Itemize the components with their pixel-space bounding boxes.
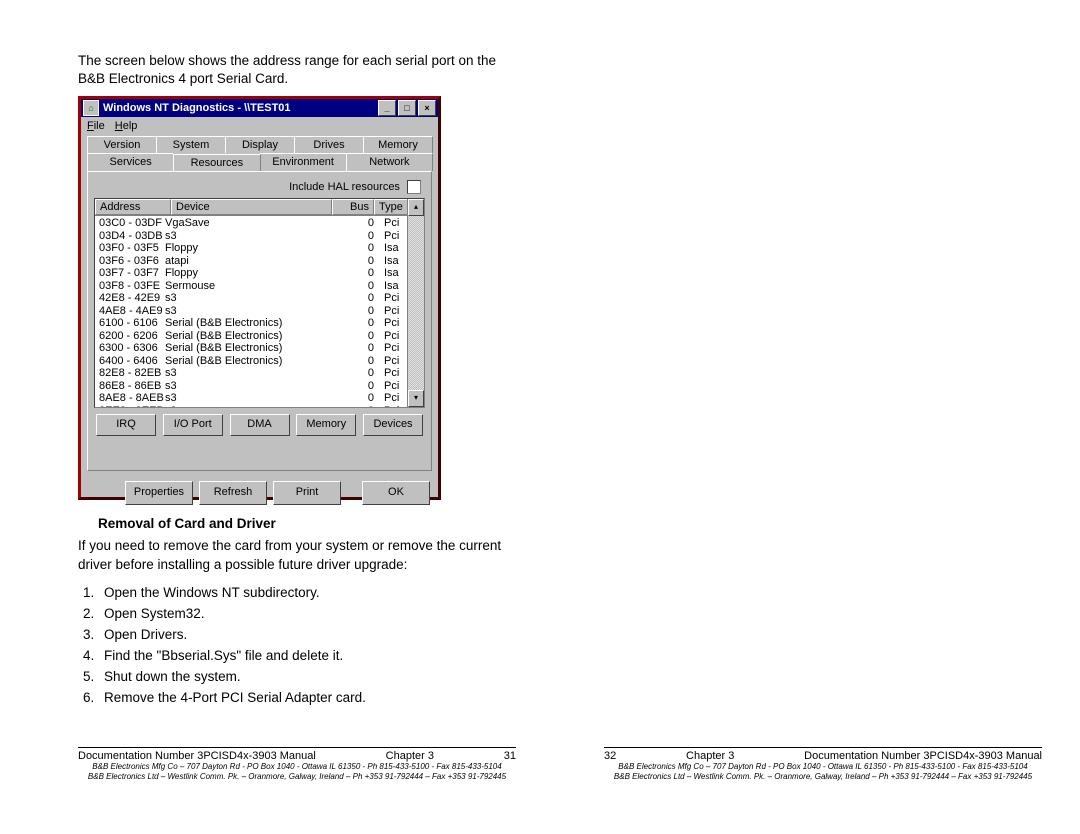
properties-button[interactable]: Properties: [125, 481, 193, 505]
table-row[interactable]: 03F7 - 03F7Floppy0Isa: [95, 267, 424, 280]
memory-button[interactable]: Memory: [296, 414, 356, 436]
tab-services[interactable]: Services: [87, 153, 174, 171]
col-address[interactable]: Address: [95, 199, 171, 215]
list-item: Remove the 4-Port PCI Serial Adapter car…: [98, 687, 516, 708]
dma-button[interactable]: DMA: [230, 414, 290, 436]
scroll-down-icon[interactable]: ▾: [408, 390, 424, 407]
table-row[interactable]: 8AE8 - 8AEBs30Pci: [95, 392, 424, 405]
app-icon: ⌂: [83, 100, 99, 116]
irq-button[interactable]: IRQ: [96, 414, 156, 436]
table-row[interactable]: 82E8 - 82EBs30Pci: [95, 367, 424, 380]
col-bus[interactable]: Bus: [332, 199, 374, 215]
list-item: Find the "Bbserial.Sys" file and delete …: [98, 645, 516, 666]
resource-list[interactable]: Address Device Bus Type 03C0 - 03DFVgaSa…: [94, 198, 425, 408]
footer-right: 32 Chapter 3 Documentation Number 3PCISD…: [604, 747, 1042, 782]
menu-bar: File Help: [81, 117, 438, 134]
table-row[interactable]: 03F0 - 03F5Floppy0Isa: [95, 242, 424, 255]
tab-system[interactable]: System: [156, 136, 226, 153]
hal-checkbox[interactable]: [407, 180, 421, 194]
resources-panel: Include HAL resources Address Device Bus…: [87, 171, 432, 471]
list-item: Open the Windows NT subdirectory.: [98, 582, 516, 603]
list-item: Shut down the system.: [98, 666, 516, 687]
tab-version[interactable]: Version: [87, 136, 157, 153]
table-row[interactable]: 03F8 - 03FESermouse0Isa: [95, 280, 424, 293]
maximize-button[interactable]: □: [398, 100, 416, 116]
i-o-port-button[interactable]: I/O Port: [163, 414, 223, 436]
refresh-button[interactable]: Refresh: [199, 481, 267, 505]
window-title: Windows NT Diagnostics - \\TEST01: [103, 102, 291, 114]
tab-display[interactable]: Display: [225, 136, 295, 153]
table-row[interactable]: 8EE8 - 8EEBs30Pci: [95, 405, 424, 409]
table-row[interactable]: 03D4 - 03DBs30Pci: [95, 230, 424, 243]
scrollbar[interactable]: ▴ ▾: [407, 199, 424, 407]
table-row[interactable]: 03C0 - 03DFVgaSave0Pci: [95, 217, 424, 230]
title-bar: ⌂ Windows NT Diagnostics - \\TEST01 _ □ …: [81, 99, 438, 117]
nt-diagnostics-window: ⌂ Windows NT Diagnostics - \\TEST01 _ □ …: [78, 96, 441, 500]
table-row[interactable]: 03F6 - 03F6atapi0Isa: [95, 255, 424, 268]
section-heading: Removal of Card and Driver: [98, 516, 516, 531]
col-device[interactable]: Device: [171, 199, 332, 215]
footer-left: Documentation Number 3PCISD4x-3903 Manua…: [78, 747, 516, 782]
table-row[interactable]: 6200 - 6206Serial (B&B Electronics)0Pci: [95, 330, 424, 343]
list-item: Open System32.: [98, 603, 516, 624]
print-button[interactable]: Print: [273, 481, 341, 505]
table-row[interactable]: 86E8 - 86EBs30Pci: [95, 380, 424, 393]
tab-resources[interactable]: Resources: [173, 154, 260, 172]
hal-label: Include HAL resources: [289, 181, 400, 193]
menu-file[interactable]: File: [87, 120, 105, 132]
table-row[interactable]: 6300 - 6306Serial (B&B Electronics)0Pci: [95, 342, 424, 355]
table-row[interactable]: 42E8 - 42E9s30Pci: [95, 292, 424, 305]
table-row[interactable]: 4AE8 - 4AE9s30Pci: [95, 305, 424, 318]
menu-help[interactable]: Help: [115, 120, 138, 132]
tab-environment[interactable]: Environment: [260, 153, 347, 171]
tab-drives[interactable]: Drives: [294, 136, 364, 153]
table-row[interactable]: 6100 - 6106Serial (B&B Electronics)0Pci: [95, 317, 424, 330]
table-row[interactable]: 6400 - 6406Serial (B&B Electronics)0Pci: [95, 355, 424, 368]
tab-network[interactable]: Network: [346, 153, 433, 171]
tab-memory[interactable]: Memory: [363, 136, 433, 153]
close-button[interactable]: ×: [418, 100, 436, 116]
devices-button[interactable]: Devices: [363, 414, 423, 436]
intro-text: The screen below shows the address range…: [78, 52, 516, 88]
minimize-button[interactable]: _: [378, 100, 396, 116]
list-item: Open Drivers.: [98, 624, 516, 645]
section-intro: If you need to remove the card from your…: [78, 537, 516, 573]
scroll-up-icon[interactable]: ▴: [408, 199, 424, 216]
ok-button[interactable]: OK: [362, 481, 430, 505]
